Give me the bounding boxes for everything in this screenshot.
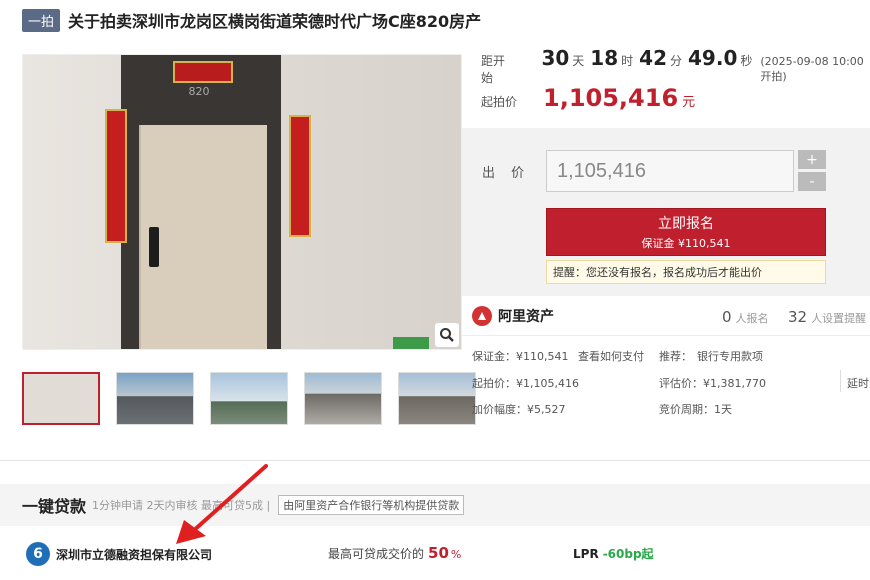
max-loan: 最高可贷成交价的 50% (328, 544, 461, 562)
info-appraisal: 评估价：¥1,381,770 (659, 377, 766, 390)
loan-provider-tag: 由阿里资产合作银行等机构提供贷款 (278, 495, 465, 515)
annotation-arrow-icon (176, 464, 268, 544)
lpr-value: -60bp起 (602, 547, 654, 561)
platform-row: 阿里资产 0 人报名 32 人设置提醒 (462, 296, 870, 336)
photo-header-couplet (173, 61, 233, 83)
main-photo[interactable]: 820 (22, 54, 462, 350)
info-divider (840, 370, 841, 392)
signup-deposit-label: 保证金 ¥110,541 (641, 237, 731, 250)
lpr-label: LPR (573, 547, 599, 561)
countdown-seconds-unit: 秒 (740, 54, 753, 68)
registered-label: 人报名 (735, 312, 769, 325)
auction-round-badge: 一拍 (22, 8, 61, 32)
max-loan-unit: % (450, 548, 462, 561)
magnifier-icon[interactable] (435, 323, 459, 347)
max-loan-label: 最高可贷成交价的 (328, 547, 425, 561)
thumbnail-5[interactable] (398, 372, 476, 425)
thumbnail-3[interactable] (210, 372, 288, 425)
photo-couplet-left (105, 109, 127, 243)
lpr: LPR -60bp起 (573, 545, 654, 562)
start-price-value: 1,105,416 (543, 84, 679, 112)
loan-offer-row[interactable]: 6 深圳市立德融资担保有限公司 最高可贷成交价的 50% LPR -60bp起 (0, 532, 870, 576)
auction-page: 一拍 关于拍卖深圳市龙岗区横岗街道荣德时代广场C座820房产 820 距开始 3… (0, 0, 870, 580)
signup-tip: 提醒：您还没有报名，报名成功后才能出价 (546, 260, 826, 284)
info-cycle: 竞价周期：1天 (659, 403, 732, 416)
countdown-hours: 18 (590, 46, 619, 70)
registered-stat: 0 人报名 (722, 308, 769, 326)
ali-logo-icon (472, 305, 492, 326)
loan-header: 一键贷款 1分钟申请 2天内审核 最高可贷5成 | 由阿里资产合作银行等机构提供… (0, 484, 870, 526)
thumbnail-1[interactable] (22, 372, 100, 425)
info-recommend-label: 推荐： (659, 350, 692, 363)
page-title: 关于拍卖深圳市龙岗区横岗街道荣德时代广场C座820房产 (68, 12, 482, 31)
info-increment: 加价幅度：¥5,527 (472, 403, 566, 416)
bid-panel: 出 价 1,105,416 + - 立即报名 保证金 ¥110,541 提醒：您… (462, 128, 870, 296)
bank-logo-icon: 6 (26, 542, 50, 566)
countdown: 距开始 30 天 18 时 42 分 49.0 秒 (2025-09-08 10… (481, 46, 870, 85)
bid-amount-input[interactable]: 1,105,416 (546, 150, 794, 192)
thumbnail-strip (22, 372, 476, 425)
start-price-label: 起拍价 (481, 95, 518, 109)
start-price-row: 起拍价 1,105,416 元 (481, 84, 695, 118)
signup-button-label: 立即报名 (658, 216, 714, 232)
start-price-unit: 元 (682, 95, 696, 110)
reminder-label: 人设置提醒 (811, 312, 867, 325)
registered-count: 0 (722, 308, 732, 326)
bid-decrease-button[interactable]: - (798, 172, 826, 191)
countdown-start-time: (2025-09-08 10:00开拍) (760, 55, 864, 83)
bid-label: 出 价 (482, 166, 531, 181)
info-delay: 延时 (847, 377, 869, 390)
signup-button[interactable]: 立即报名 保证金 ¥110,541 (546, 208, 826, 256)
max-loan-value: 50 (428, 544, 449, 562)
countdown-days: 30 (541, 46, 570, 70)
loan-title: 一键贷款 (22, 497, 87, 516)
countdown-hours-unit: 时 (621, 54, 634, 68)
recommend-link[interactable]: 银行专用款项 (697, 348, 763, 364)
countdown-minutes: 42 (639, 46, 667, 70)
countdown-days-unit: 天 (572, 54, 585, 68)
how-to-pay-link[interactable]: 查看如何支付 (578, 348, 644, 364)
countdown-minutes-unit: 分 (670, 54, 683, 68)
photo-door-handle (149, 227, 159, 267)
door-number: 820 (188, 85, 210, 98)
section-separator (0, 460, 870, 484)
title-bar: 一拍 关于拍卖深圳市龙岗区横岗街道荣德时代广场C座820房产 (0, 0, 870, 40)
bid-increase-button[interactable]: + (798, 150, 826, 169)
platform-name: 阿里资产 (498, 308, 554, 325)
info-deposit: 保证金：¥110,541 (472, 350, 569, 363)
bank-name: 深圳市立德融资担保有限公司 (56, 548, 213, 562)
info-start-price: 起拍价：¥1,105,416 (472, 377, 579, 390)
countdown-seconds: 49.0 (688, 46, 738, 70)
reminder-stat: 32 人设置提醒 (788, 308, 866, 326)
thumbnail-2[interactable] (116, 372, 194, 425)
thumbnail-4[interactable] (304, 372, 382, 425)
photo-exit-sign (393, 337, 429, 349)
reminder-count: 32 (788, 308, 808, 326)
countdown-label: 距开始 (481, 54, 506, 85)
photo-couplet-right (289, 115, 311, 237)
